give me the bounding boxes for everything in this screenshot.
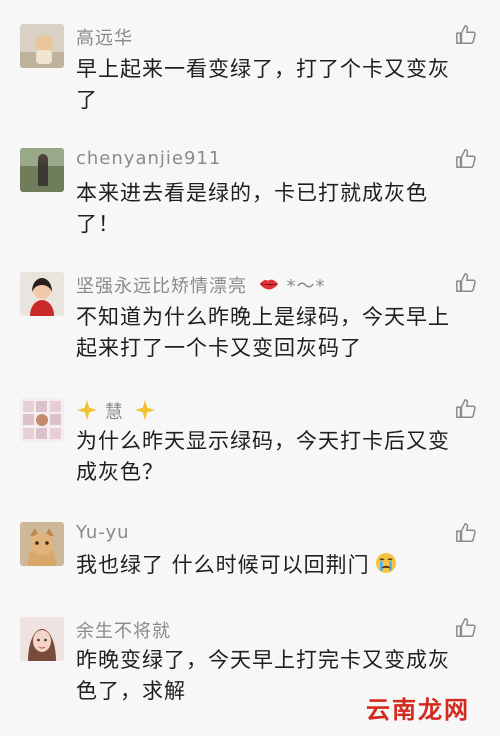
avatar[interactable] — [20, 617, 64, 661]
comment-text: 本来进去看是绿的，卡已打就成灰色了！ — [76, 181, 428, 236]
watermark: 云南龙网 — [366, 695, 470, 724]
nickname-suffix: *～* — [286, 276, 326, 297]
comment-nickname[interactable]: chenyanjie911 — [76, 148, 221, 169]
thumbs-up-icon[interactable] — [455, 24, 477, 46]
sparkle-emoji-icon — [76, 399, 98, 421]
thumbs-up-icon[interactable] — [455, 522, 477, 544]
sparkle-emoji-icon — [134, 399, 156, 421]
avatar[interactable] — [20, 24, 64, 68]
comment-nickname[interactable]: 高远华 — [76, 24, 133, 50]
comment-text: 早上起来一看变绿了，打了个卡又变灰了 — [76, 57, 450, 112]
comment-text: 为什么昨天显示绿码，今天打卡后又变成灰色？ — [76, 429, 450, 484]
crying-emoji-icon — [374, 551, 398, 575]
comment-text: 不知道为什么昨晚上是绿码，今天早上起来打了一个卡又变回灰码了 — [76, 305, 450, 360]
comment-nickname[interactable]: 坚强永远比矫情漂亮 *～* — [76, 272, 325, 298]
avatar[interactable] — [20, 148, 64, 192]
avatar[interactable] — [20, 398, 64, 442]
thumbs-up-icon[interactable] — [455, 272, 477, 294]
nickname-text: 慧 — [104, 402, 124, 423]
comment-nickname[interactable]: Yu-yu — [76, 522, 130, 543]
lips-emoji-icon — [258, 273, 280, 295]
thumbs-up-icon[interactable] — [455, 398, 477, 420]
thumbs-up-icon[interactable] — [455, 148, 477, 170]
comment-nickname[interactable]: 余生不将就 — [76, 617, 171, 643]
comment-nickname[interactable]: 慧 — [76, 398, 156, 424]
comment-text-content: 我也绿了 什么时候可以回荆门 — [76, 553, 370, 577]
avatar[interactable] — [20, 272, 64, 316]
thumbs-up-icon[interactable] — [455, 617, 477, 639]
avatar[interactable] — [20, 522, 64, 566]
comment-list: 高远华 早上起来一看变绿了，打了个卡又变灰了 chenyanjie911 本来进… — [0, 0, 500, 736]
comment-text: 我也绿了 什么时候可以回荆门 — [76, 550, 462, 581]
nickname-text: 坚强永远比矫情漂亮 — [76, 276, 247, 297]
